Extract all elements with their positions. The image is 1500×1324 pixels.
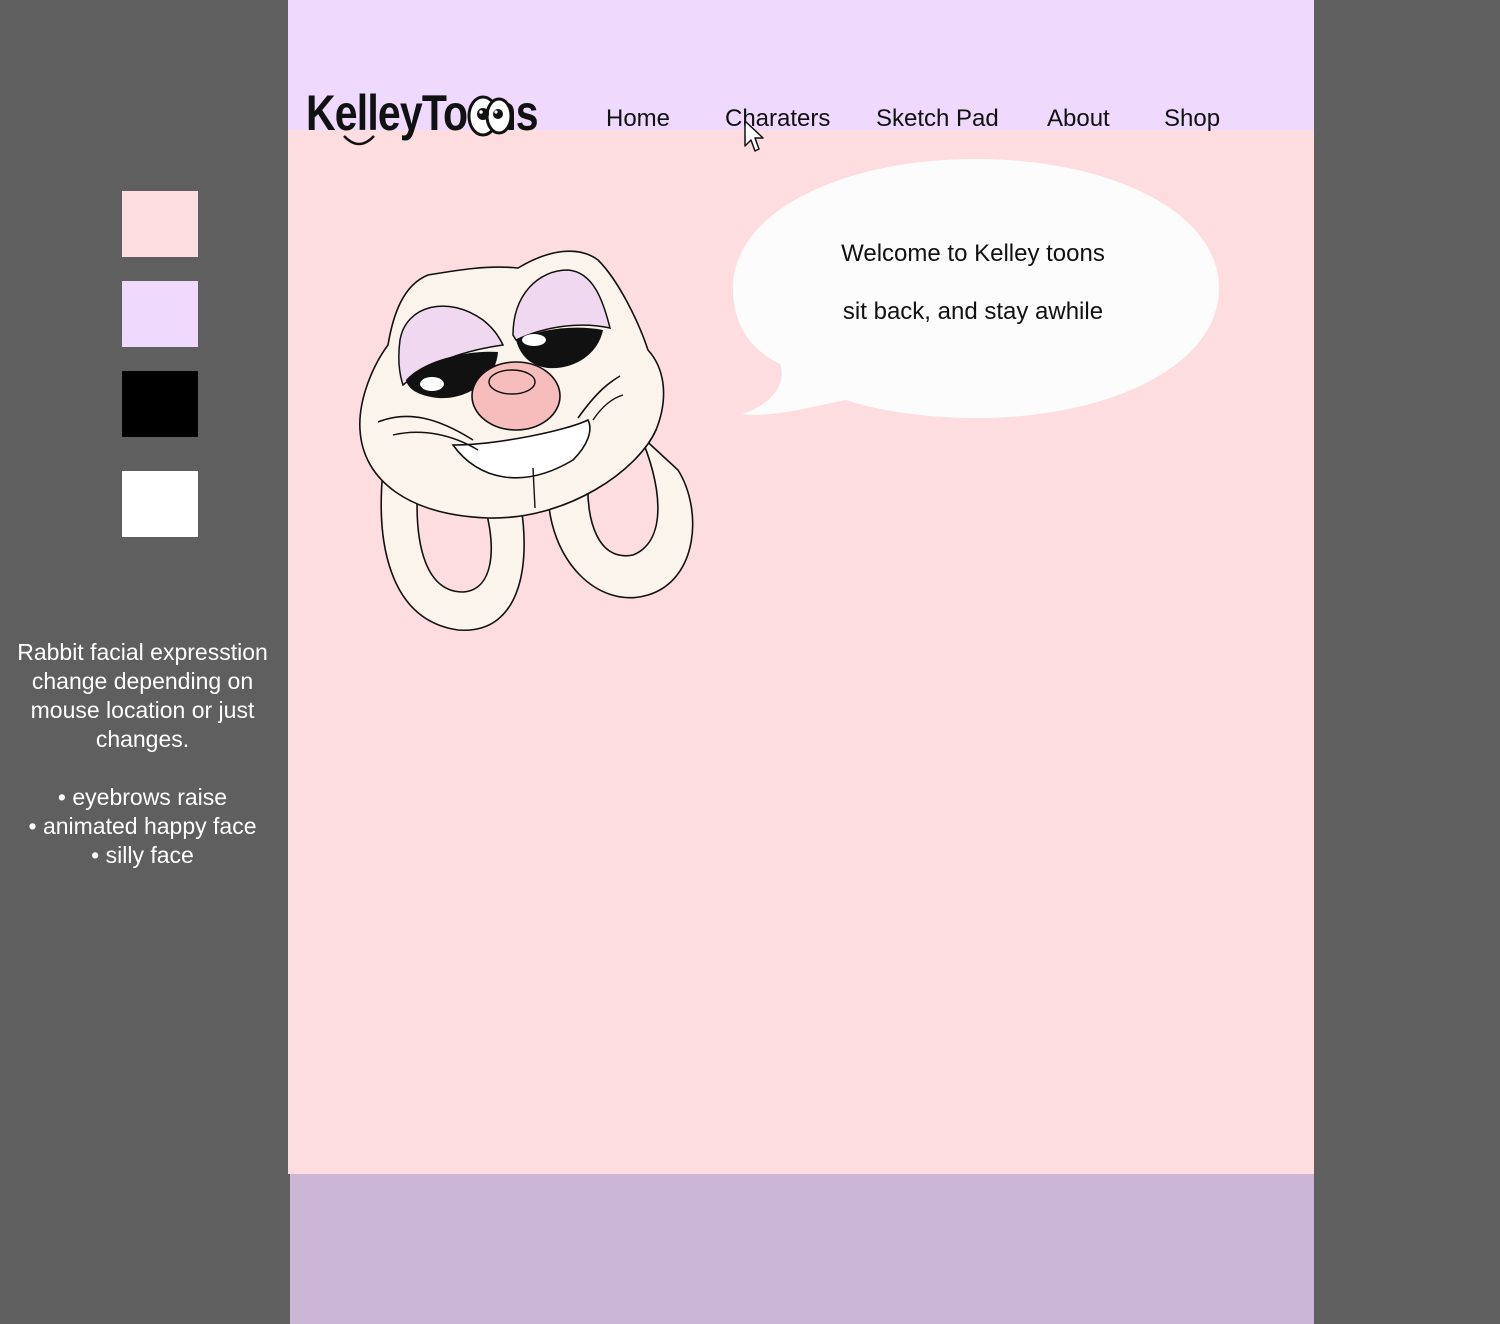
- nav-sketch-pad[interactable]: Sketch Pad: [876, 105, 999, 133]
- bubble-line-2: sit back, and stay awhile: [842, 298, 1104, 325]
- nav-about[interactable]: About: [1047, 105, 1110, 133]
- logo-eyes-icon: [467, 95, 513, 137]
- swatch-lavender: [122, 281, 198, 347]
- nav-shop[interactable]: Shop: [1164, 105, 1220, 133]
- notes-item: silly face: [10, 841, 275, 870]
- footer: [290, 1174, 1314, 1324]
- page: KelleyToons Home Charaters Sketch Pad Ab…: [288, 0, 1314, 1324]
- rabbit-character[interactable]: [348, 240, 708, 640]
- swatch-black: [122, 371, 198, 437]
- notes-item: eyebrows raise: [10, 783, 275, 812]
- notes-intro: Rabbit facial expresstion change dependi…: [17, 639, 268, 752]
- nav-charaters[interactable]: Charaters: [725, 105, 830, 133]
- logo[interactable]: KelleyToons: [306, 84, 546, 156]
- logo-smile-icon: [343, 135, 375, 146]
- swatch-white: [122, 471, 198, 537]
- swatch-pink: [122, 191, 198, 257]
- nav-home[interactable]: Home: [606, 105, 670, 133]
- notes-list: eyebrows raise animated happy face silly…: [10, 783, 275, 870]
- mouse-pointer-icon: [744, 120, 764, 152]
- design-notes: Rabbit facial expresstion change dependi…: [10, 638, 275, 870]
- bubble-line-1: Welcome to Kelley toons: [841, 240, 1105, 267]
- speech-bubble: [733, 159, 1219, 418]
- rabbit-nose: [471, 361, 561, 431]
- notes-item: animated happy face: [10, 812, 275, 841]
